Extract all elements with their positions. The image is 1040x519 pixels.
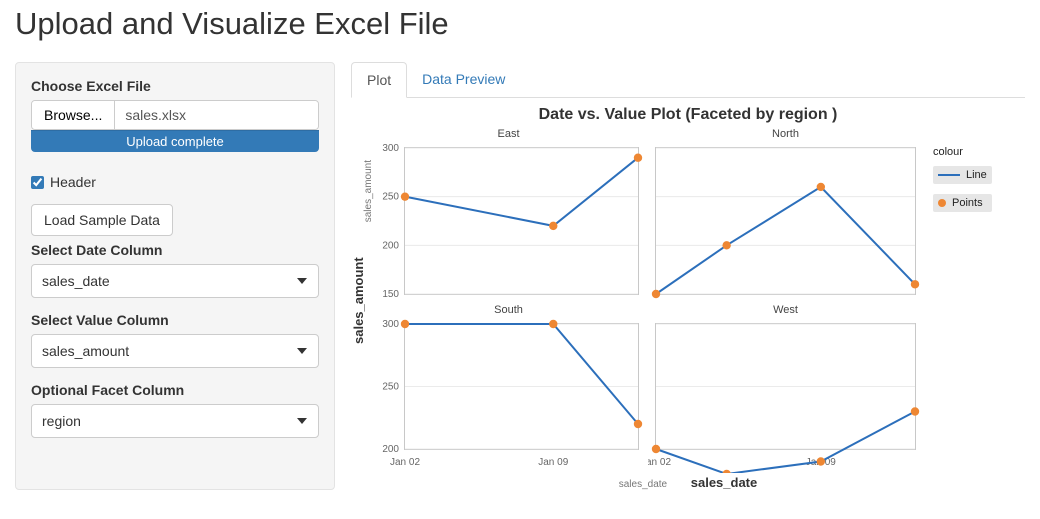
header-checkbox[interactable]: [31, 176, 44, 189]
legend-swatch-line-icon: [938, 174, 960, 176]
tabs: Plot Data Preview: [351, 62, 1025, 98]
legend-title: colour: [933, 146, 992, 158]
facet-column-select[interactable]: region: [31, 404, 319, 438]
facet-chart: 150 200 250 300: [371, 142, 646, 302]
legend-line-label: Line: [966, 169, 987, 181]
facet-grid: East 150 200 250 300 North South 200 250 300 Jan 0…: [371, 128, 923, 473]
legend-swatch-dot-icon: [938, 199, 946, 207]
chevron-down-icon: [297, 418, 307, 424]
load-sample-button[interactable]: Load Sample Data: [31, 204, 173, 236]
svg-text:Jan 02: Jan 02: [390, 457, 420, 468]
facet-panel: North: [648, 128, 923, 302]
x-axis-label-secondary: sales_date: [619, 479, 667, 490]
facet-title: East: [371, 128, 646, 141]
legend-item-line: Line: [933, 166, 992, 184]
chart-title: Date vs. Value Plot (Faceted by region ): [351, 106, 1025, 124]
svg-text:200: 200: [382, 444, 399, 455]
browse-button[interactable]: Browse...: [32, 101, 115, 129]
facet-title: North: [648, 128, 923, 141]
date-column-label: Select Date Column: [31, 242, 319, 258]
facet-chart: 200 250 300 Jan 02 Jan 09: [371, 318, 646, 473]
svg-text:250: 250: [382, 382, 399, 393]
facet-chart: Jan 02Jan 09: [648, 318, 923, 473]
svg-text:300: 300: [382, 143, 399, 154]
facet-panel: WestJan 02Jan 09: [648, 304, 923, 473]
x-axis-label: sales_date sales_date: [351, 475, 1025, 490]
svg-text:250: 250: [382, 192, 399, 203]
tab-data-preview[interactable]: Data Preview: [407, 62, 520, 98]
legend: colour Line Points: [933, 146, 992, 473]
facet-chart: [648, 142, 923, 302]
legend-points-label: Points: [952, 197, 983, 209]
file-input-row: Browse... sales.xlsx: [31, 100, 319, 130]
chart-area: Date vs. Value Plot (Faceted by region )…: [351, 106, 1025, 490]
svg-text:300: 300: [382, 319, 399, 330]
svg-text:Jan 09: Jan 09: [538, 457, 568, 468]
value-column-label: Select Value Column: [31, 312, 319, 328]
upload-progress-bar: Upload complete: [31, 130, 319, 152]
facet-panel: East 150 200 250 300: [371, 128, 646, 302]
value-column-select[interactable]: sales_amount: [31, 334, 319, 368]
chevron-down-icon: [297, 278, 307, 284]
tab-plot[interactable]: Plot: [351, 62, 407, 98]
svg-text:Jan 02: Jan 02: [648, 457, 671, 468]
page-title: Upload and Visualize Excel File: [15, 6, 1025, 42]
legend-item-points: Points: [933, 194, 992, 212]
facet-title: West: [648, 304, 923, 317]
svg-text:200: 200: [382, 240, 399, 251]
file-label: Choose Excel File: [31, 78, 319, 94]
date-column-select[interactable]: sales_date: [31, 264, 319, 298]
facet-title: South: [371, 304, 646, 317]
main-panel: Plot Data Preview Date vs. Value Plot (F…: [351, 62, 1025, 490]
header-label: Header: [50, 174, 96, 190]
file-name-display: sales.xlsx: [115, 101, 318, 129]
facet-panel: South 200 250 300 Jan 02 Jan 09: [371, 304, 646, 473]
y-axis-label-secondary: sales_amount: [363, 160, 374, 222]
chevron-down-icon: [297, 348, 307, 354]
layout: Choose Excel File Browse... sales.xlsx U…: [15, 62, 1025, 490]
sidebar: Choose Excel File Browse... sales.xlsx U…: [15, 62, 335, 490]
facet-column-label: Optional Facet Column: [31, 382, 319, 398]
svg-text:150: 150: [382, 289, 399, 300]
